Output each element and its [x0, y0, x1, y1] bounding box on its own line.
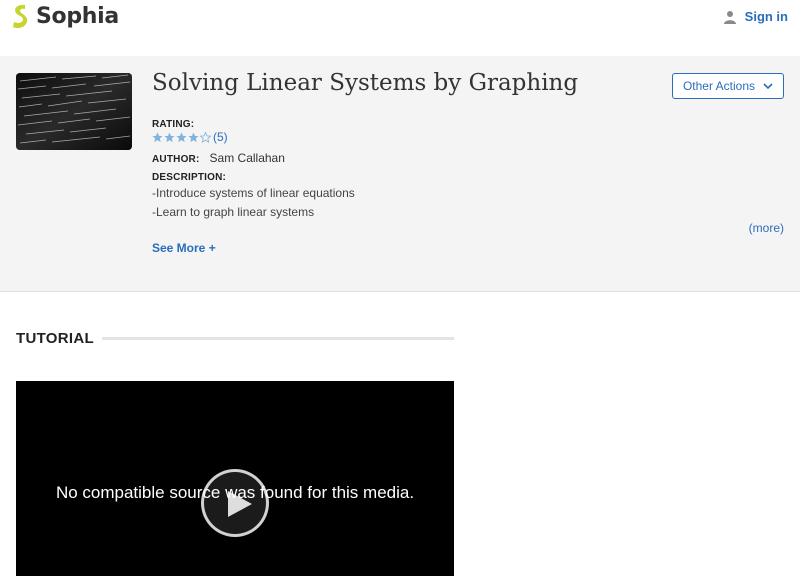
play-button[interactable]	[201, 469, 269, 537]
tutorial-section-heading: TUTORIAL	[16, 330, 454, 347]
author-label: AUTHOR:	[152, 154, 200, 165]
other-actions-dropdown[interactable]: Other Actions	[672, 73, 784, 99]
star-filled-icon	[164, 131, 175, 142]
top-navigation-bar: Sophia Sign in	[0, 0, 800, 56]
video-player[interactable]: No compatible source was found for this …	[16, 381, 454, 576]
see-more-link[interactable]: See More +	[152, 241, 216, 255]
more-link[interactable]: (more)	[749, 221, 784, 235]
star-filled-icon	[188, 131, 199, 142]
rating-label: RATING:	[152, 119, 195, 130]
sign-in-button[interactable]: Sign in	[723, 9, 788, 24]
rating-stars[interactable]: (5)	[152, 130, 228, 144]
description-line: -Introduce systems of linear equations	[152, 186, 355, 200]
sophia-logo-icon	[13, 4, 28, 29]
tutorial-summary: Solving Linear Systems by Graphing Other…	[0, 56, 800, 292]
play-icon	[228, 491, 252, 517]
tutorial-thumbnail	[16, 73, 132, 150]
rating-count-link[interactable]: (5)	[213, 130, 228, 144]
author-name: Sam Callahan	[209, 151, 285, 165]
user-icon	[723, 10, 736, 24]
sophia-logo[interactable]: Sophia	[10, 3, 119, 29]
sign-in-label: Sign in	[744, 9, 788, 24]
equations-thumbnail-image	[16, 73, 132, 150]
star-empty-icon	[200, 131, 211, 143]
description-label: DESCRIPTION:	[152, 172, 227, 183]
author-row: AUTHOR: Sam Callahan	[152, 151, 285, 165]
heading-divider	[101, 337, 454, 340]
tutorial-title: Solving Linear Systems by Graphing	[152, 70, 579, 96]
star-filled-icon	[152, 131, 163, 142]
star-filled-icon	[176, 131, 187, 142]
chevron-down-icon	[763, 82, 773, 89]
description-line: -Learn to graph linear systems	[152, 205, 315, 219]
other-actions-label: Other Actions	[682, 79, 756, 93]
tutorial-heading: TUTORIAL	[16, 330, 94, 347]
brand-name: Sophia	[36, 3, 119, 29]
